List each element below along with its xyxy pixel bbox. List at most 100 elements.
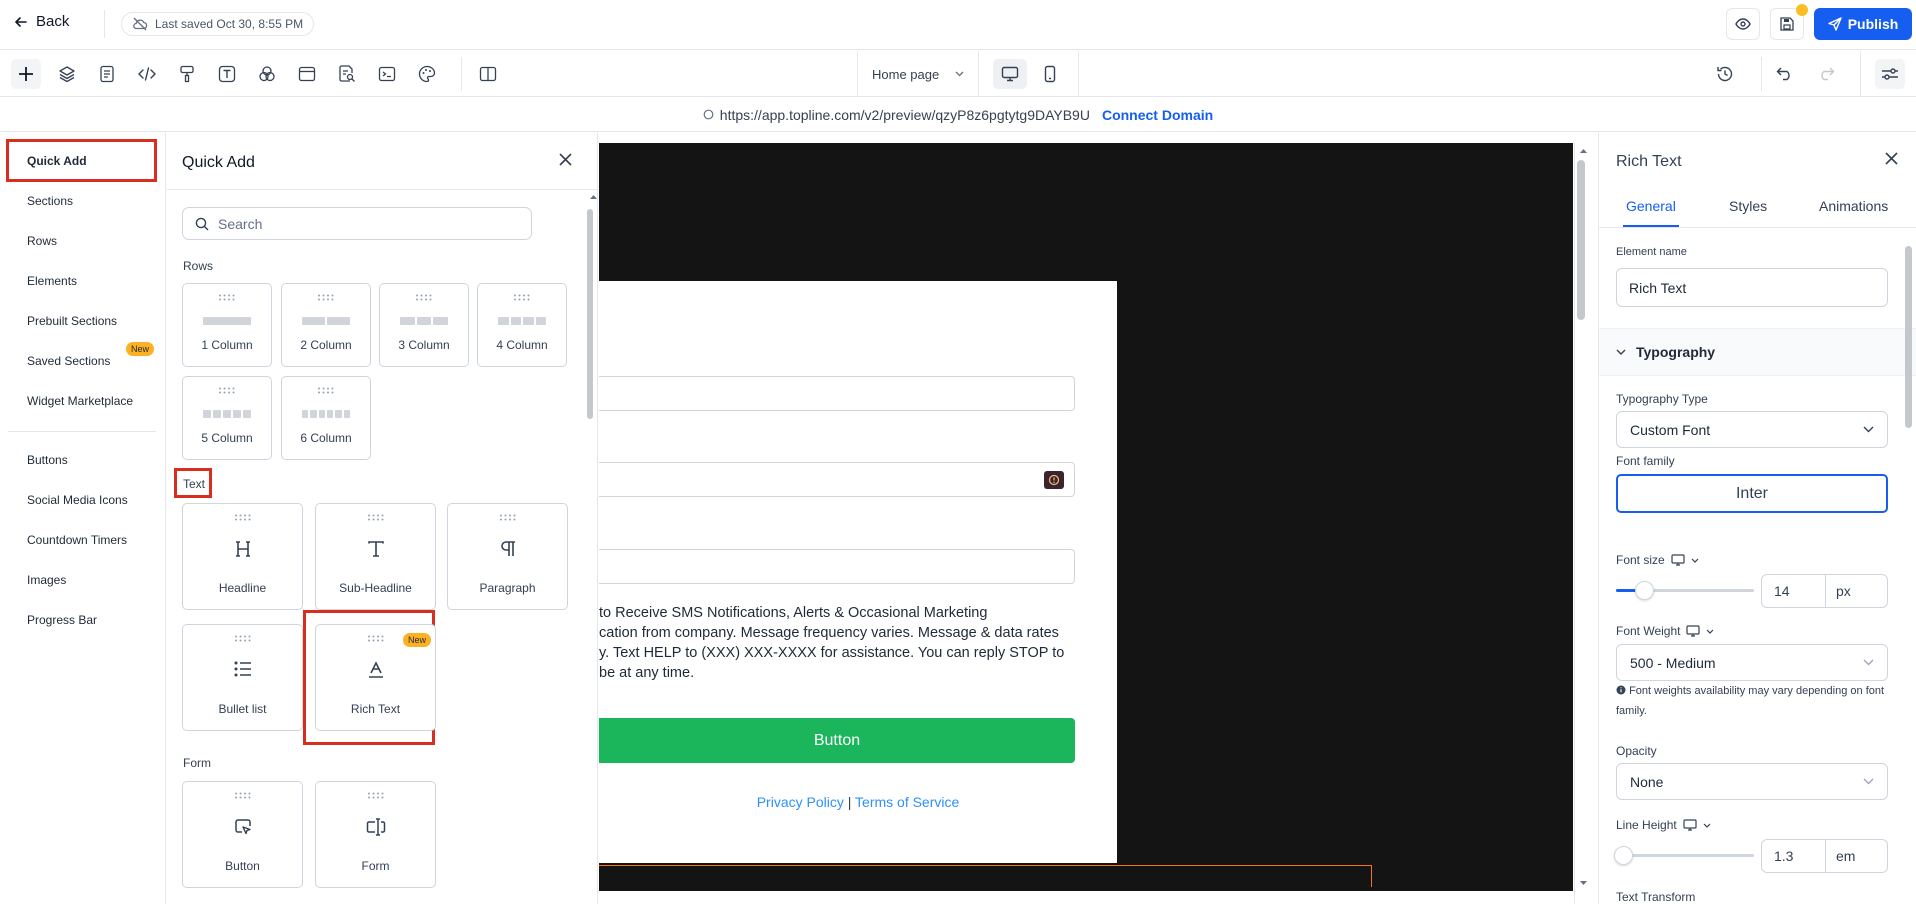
nav-rows[interactable]: Rows	[27, 234, 57, 248]
publish-button[interactable]: Publish	[1814, 8, 1912, 40]
desktop-icon[interactable]	[1686, 625, 1701, 637]
form-card-button[interactable]: Button	[182, 781, 303, 888]
mobile-view-button[interactable]	[1033, 59, 1067, 89]
font-size-input[interactable]: 14 px	[1761, 574, 1888, 608]
redo-button[interactable]	[1811, 59, 1841, 89]
typography-button[interactable]	[212, 59, 242, 89]
add-element-button[interactable]	[11, 59, 41, 89]
row-card-4-column[interactable]: 4 Column	[477, 283, 567, 367]
history-icon	[1716, 65, 1734, 83]
tab-animations[interactable]: Animations	[1819, 198, 1888, 214]
opacity-select[interactable]: None	[1616, 763, 1888, 800]
chevron-down-icon[interactable]	[1706, 629, 1714, 634]
row-card-2-column[interactable]: 2 Column	[281, 283, 371, 367]
font-size-value[interactable]: 14	[1762, 575, 1826, 607]
tab-styles[interactable]: Styles	[1729, 198, 1767, 214]
preview-button[interactable]	[1726, 8, 1760, 40]
typography-section-header[interactable]: Typography	[1599, 328, 1916, 376]
tracking-code-button[interactable]	[372, 59, 402, 89]
drag-grip-icon	[282, 294, 370, 301]
opacity-value: None	[1630, 773, 1664, 790]
nav-buttons[interactable]: Buttons	[27, 453, 68, 467]
desktop-icon[interactable]	[1683, 819, 1697, 831]
password-manager-icon[interactable]	[1044, 471, 1064, 489]
nav-sections[interactable]: Sections	[27, 194, 73, 208]
back-button[interactable]: Back	[14, 13, 69, 30]
left-navigation: Quick Add Sections Rows Elements Prebuil…	[0, 133, 166, 904]
font-size-slider[interactable]	[1616, 581, 1754, 600]
nav-prebuilt-sections[interactable]: Prebuilt Sections	[27, 314, 117, 328]
divider	[461, 57, 462, 91]
colors-button[interactable]	[252, 59, 282, 89]
form-submit-button[interactable]: Button	[599, 718, 1075, 763]
pages-button[interactable]	[92, 59, 122, 89]
element-name-input[interactable]: Rich Text	[1616, 268, 1888, 307]
history-button[interactable]	[1710, 59, 1740, 89]
chevron-down-icon[interactable]	[1691, 558, 1699, 563]
search-input[interactable]: Search	[182, 207, 532, 240]
close-quick-add-button[interactable]	[559, 153, 572, 166]
form-input-field[interactable]	[599, 376, 1075, 411]
layers-button[interactable]	[52, 59, 82, 89]
nav-saved-sections[interactable]: Saved Sections	[27, 354, 110, 368]
chevron-down-icon[interactable]	[1703, 823, 1711, 828]
preview-url[interactable]: https://app.topline.com/v2/preview/qzyP8…	[720, 107, 1090, 123]
text-card-sub-headline[interactable]: Sub-Headline	[315, 503, 436, 610]
row-card-label: 3 Column	[398, 338, 450, 352]
sms-consent-text: to Receive SMS Notifications, Alerts & O…	[599, 603, 1089, 683]
close-icon	[1885, 152, 1898, 165]
row-card-6-column[interactable]: 6 Column	[281, 376, 371, 460]
line-height-value[interactable]: 1.3	[1762, 840, 1826, 872]
line-height-input[interactable]: 1.3 em	[1761, 839, 1888, 873]
undo-button[interactable]	[1770, 59, 1800, 89]
line-height-unit[interactable]: em	[1826, 840, 1887, 872]
nav-progress-bar[interactable]: Progress Bar	[27, 613, 97, 627]
form-input-field[interactable]	[599, 549, 1075, 584]
text-card-headline[interactable]: Headline	[182, 503, 303, 610]
text-card-paragraph[interactable]: Paragraph	[447, 503, 568, 610]
nav-widget-marketplace[interactable]: Widget Marketplace	[27, 394, 133, 408]
theme-button[interactable]	[412, 59, 442, 89]
nav-social-media-icons[interactable]: Social Media Icons	[27, 493, 128, 507]
panel-scroll-thumb[interactable]	[587, 209, 593, 419]
nav-elements[interactable]: Elements	[27, 274, 77, 288]
layout-button[interactable]	[292, 59, 322, 89]
nav-countdown-timers[interactable]: Countdown Timers	[27, 533, 127, 547]
font-size-unit[interactable]: px	[1826, 575, 1887, 607]
nav-images[interactable]: Images	[27, 573, 66, 587]
line-height-slider[interactable]	[1614, 846, 1754, 865]
layers-icon	[58, 65, 76, 83]
nav-quick-add[interactable]: Quick Add	[27, 154, 87, 168]
settings-panel-button[interactable]	[1875, 59, 1905, 89]
text-card-bullet-list[interactable]: Bullet list	[182, 624, 303, 731]
panel-scroll-thumb[interactable]	[1905, 246, 1912, 428]
quick-add-title: Quick Add	[182, 154, 255, 171]
tab-general[interactable]: General	[1626, 198, 1676, 214]
desktop-view-button[interactable]	[993, 59, 1027, 89]
typography-type-select[interactable]: Custom Font	[1616, 411, 1888, 448]
privacy-policy-link[interactable]: Privacy Policy	[757, 794, 844, 810]
row-card-3-column[interactable]: 3 Column	[379, 283, 469, 367]
split-view-button[interactable]	[473, 59, 503, 89]
text-t-icon	[316, 540, 435, 558]
desktop-icon	[1001, 66, 1019, 82]
form-input-field[interactable]	[599, 462, 1075, 497]
canvas-scroll-thumb[interactable]	[1577, 160, 1585, 320]
font-family-input[interactable]: Inter	[1616, 474, 1888, 513]
seo-button[interactable]	[332, 59, 362, 89]
font-weight-select[interactable]: 500 - Medium	[1616, 644, 1888, 681]
form-card-form[interactable]: Form	[315, 781, 436, 888]
close-settings-button[interactable]	[1885, 152, 1898, 165]
styles-button[interactable]	[172, 59, 202, 89]
save-button[interactable]	[1770, 4, 1808, 40]
code-button[interactable]	[132, 59, 162, 89]
slider-handle[interactable]	[1614, 846, 1633, 865]
terms-of-service-link[interactable]: Terms of Service	[855, 794, 959, 810]
text-card-rich-text[interactable]: New Rich Text	[315, 624, 436, 731]
desktop-icon[interactable]	[1671, 554, 1685, 566]
row-card-1-column[interactable]: 1 Column	[182, 283, 272, 367]
page-selector[interactable]: Home page	[857, 51, 979, 97]
slider-handle[interactable]	[1634, 581, 1654, 600]
connect-domain-link[interactable]: Connect Domain	[1102, 107, 1213, 123]
row-card-5-column[interactable]: 5 Column	[182, 376, 272, 460]
